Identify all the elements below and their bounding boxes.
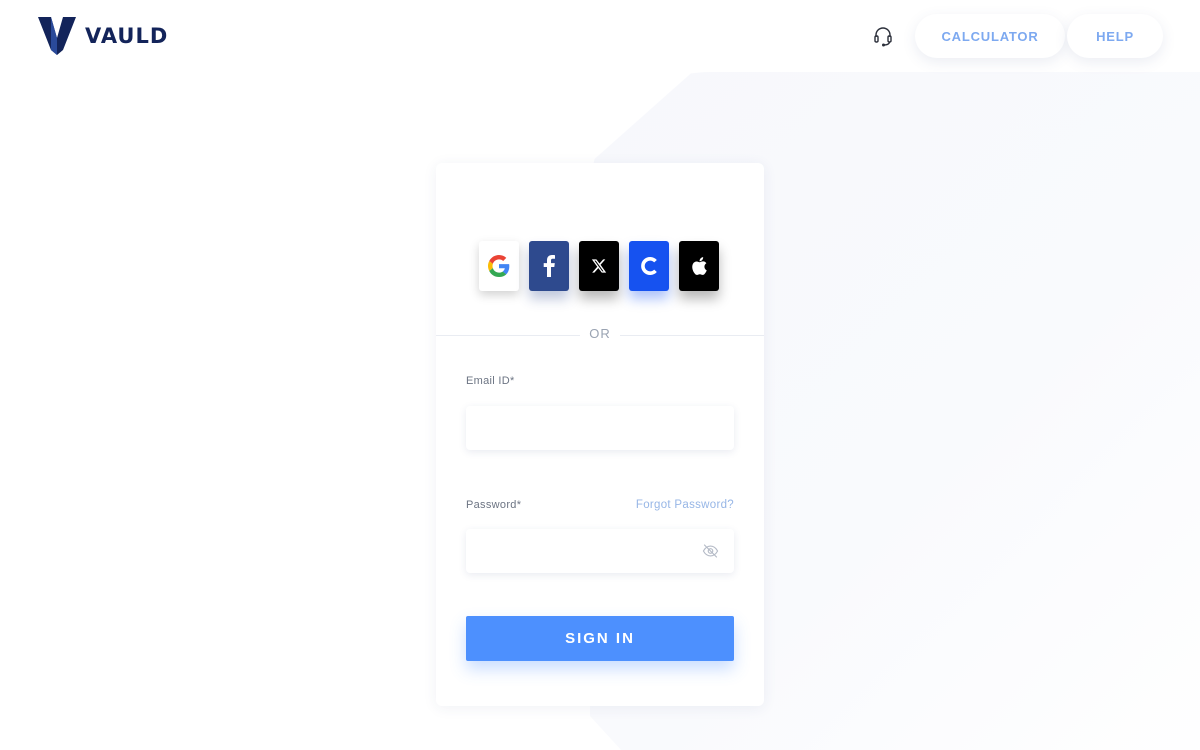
coinbase-login-button[interactable] <box>629 241 669 291</box>
sign-in-button[interactable]: SIGN IN <box>466 616 734 661</box>
coinbase-icon <box>641 257 657 275</box>
social-login-group <box>479 241 719 291</box>
password-input[interactable] <box>466 529 734 573</box>
google-login-button[interactable] <box>479 241 519 291</box>
headset-icon[interactable] <box>872 25 894 47</box>
apple-icon <box>692 257 707 275</box>
email-label: Email ID* <box>466 375 515 387</box>
apple-login-button[interactable] <box>679 241 719 291</box>
help-button[interactable]: HELP <box>1067 14 1163 58</box>
vauld-shield-icon <box>38 17 76 55</box>
eye-off-icon[interactable] <box>702 543 719 559</box>
top-header: VAULD CALCULATOR HELP <box>0 0 1200 72</box>
x-icon <box>591 259 607 273</box>
email-input[interactable] <box>466 406 734 450</box>
x-login-button[interactable] <box>579 241 619 291</box>
brand-logo[interactable]: VAULD <box>37 16 168 56</box>
facebook-icon <box>543 255 555 277</box>
or-label: OR <box>580 326 620 341</box>
password-label: Password* <box>466 499 522 511</box>
calculator-button[interactable]: CALCULATOR <box>915 14 1065 58</box>
login-card: OR Email ID* Password* Forgot Password? … <box>436 163 764 706</box>
brand-name: VAULD <box>85 24 169 48</box>
login-page: VAULD CALCULATOR HELP OR Email ID* Passw… <box>0 0 1200 750</box>
google-icon <box>488 255 510 277</box>
forgot-password-link[interactable]: Forgot Password? <box>636 499 734 511</box>
facebook-login-button[interactable] <box>529 241 569 291</box>
